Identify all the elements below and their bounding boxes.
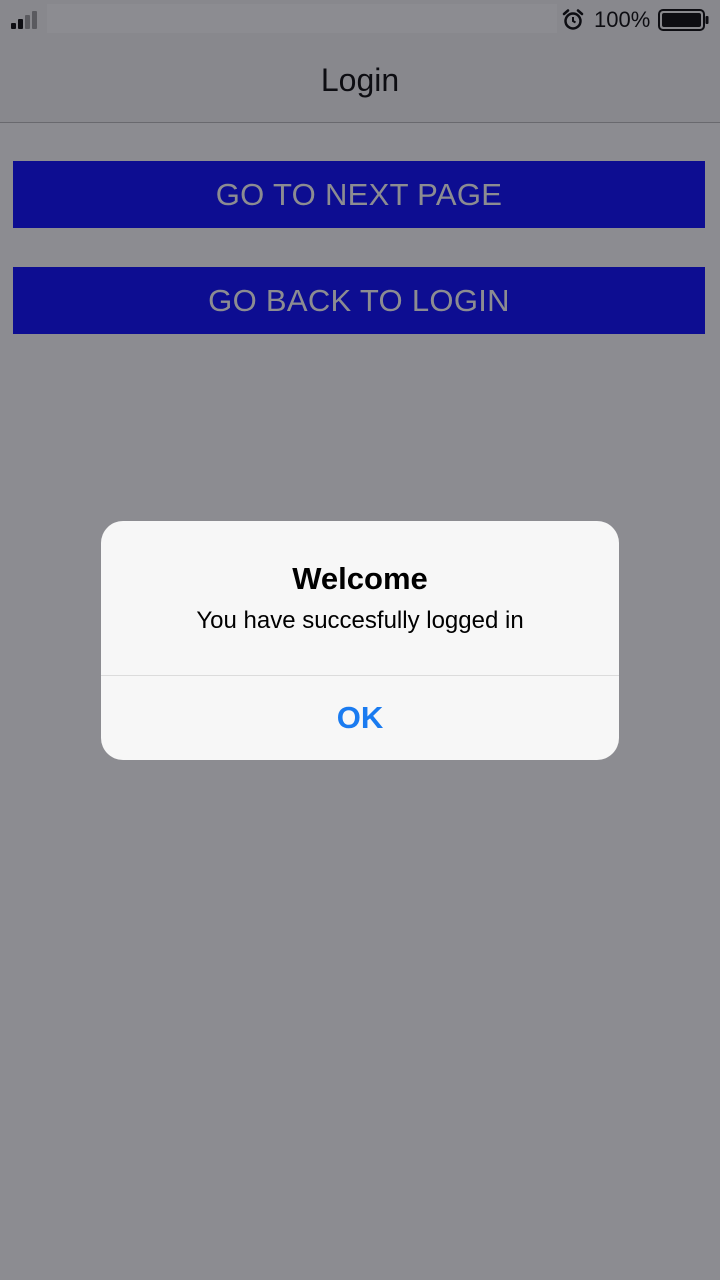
ok-button[interactable]: OK [101,676,619,760]
alert-title: Welcome [292,561,428,596]
alert-dialog: Welcome You have succesfully logged in O… [101,521,619,760]
alert-message: You have succesfully logged in [196,607,524,634]
